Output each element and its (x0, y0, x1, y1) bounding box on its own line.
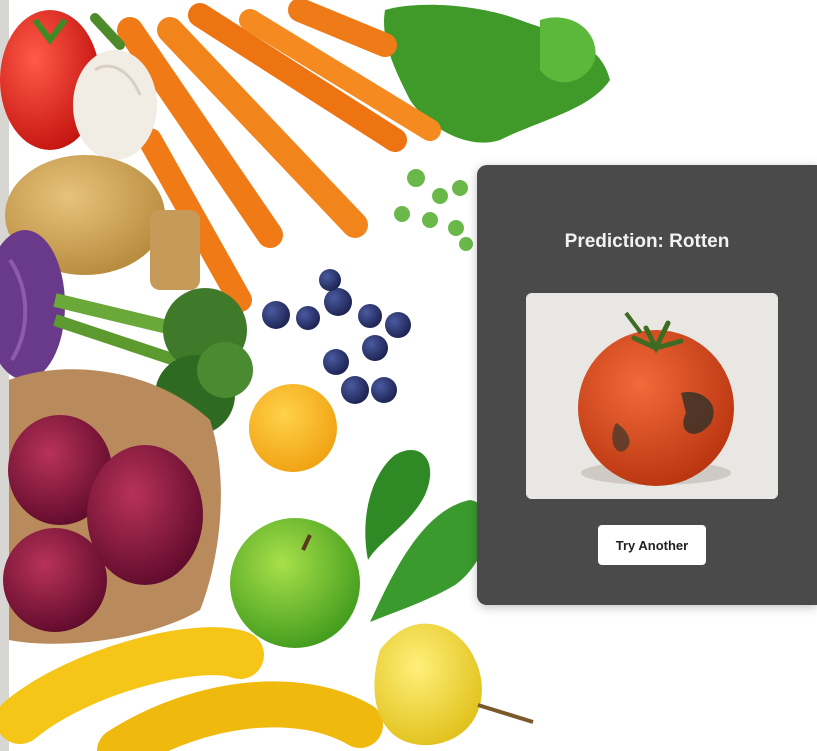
prediction-title: Prediction: Rotten (564, 231, 730, 252)
paper-bag-onions (3, 369, 221, 644)
rotten-tomato-image (526, 293, 778, 499)
garlic (73, 50, 157, 160)
uploaded-image-preview (526, 293, 778, 499)
prediction-panel: Prediction: Rotten Try Another (477, 165, 817, 605)
apricot (249, 384, 337, 472)
green-apple (230, 518, 360, 648)
try-another-button[interactable]: Try Another (598, 525, 706, 565)
